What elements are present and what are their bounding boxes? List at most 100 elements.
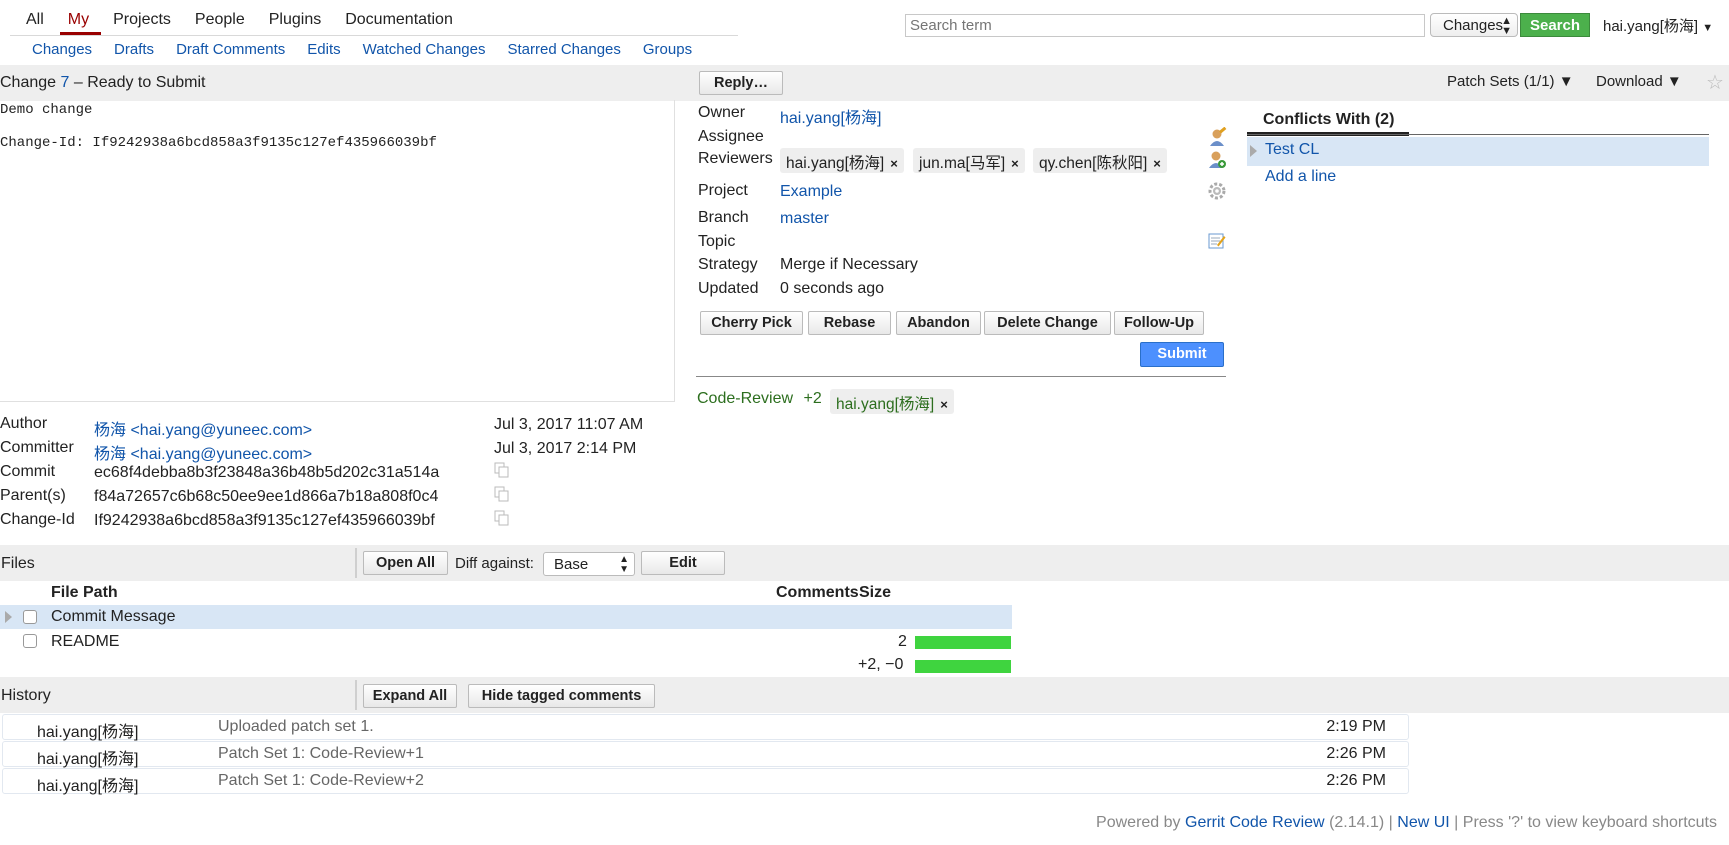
updated-label: Updated — [698, 280, 759, 297]
subtab-groups[interactable]: Groups — [621, 36, 692, 63]
branch-label: Branch — [698, 209, 749, 226]
add-reviewer-icon[interactable] — [1207, 149, 1227, 174]
tab-documentation[interactable]: Documentation — [333, 0, 465, 35]
footer-powered: Powered by — [1096, 814, 1181, 831]
reviewers-label: Reviewers — [698, 150, 773, 167]
reply-button[interactable]: Reply… — [699, 71, 783, 95]
files-total-delta: +2, −0 — [858, 656, 904, 673]
reviewer-chip: qy.chen[陈秋阳] × — [1033, 148, 1167, 173]
conflict-link[interactable]: Test CL — [1265, 141, 1319, 159]
search-input[interactable] — [905, 14, 1425, 37]
file-path-column-header: File Path — [51, 584, 118, 601]
star-icon[interactable]: ☆ — [1706, 70, 1724, 95]
expand-all-button[interactable]: Expand All — [363, 684, 457, 708]
history-row[interactable]: hai.yang[杨海] Patch Set 1: Code-Review+1 … — [2, 741, 1409, 768]
copy-icon[interactable] — [494, 462, 510, 478]
reviewer-chip: hai.yang[杨海] × — [780, 148, 904, 173]
remove-vote-icon[interactable]: × — [940, 397, 948, 412]
total-size-bar — [915, 660, 1011, 673]
file-path[interactable]: Commit Message — [51, 608, 175, 626]
tab-plugins[interactable]: Plugins — [257, 0, 333, 35]
tab-projects[interactable]: Projects — [101, 0, 183, 35]
copy-icon[interactable] — [494, 486, 510, 502]
subtab-changes[interactable]: Changes — [10, 36, 92, 63]
change-status: Ready to Submit — [87, 74, 206, 91]
edit-files-button[interactable]: Edit — [641, 551, 725, 575]
subtab-watched-changes[interactable]: Watched Changes — [341, 36, 486, 63]
gerrit-link[interactable]: Gerrit Code Review — [1185, 814, 1325, 831]
parent-label: Parent(s) — [0, 487, 66, 504]
file-row-selected[interactable]: Commit Message — [0, 605, 1012, 629]
gear-icon[interactable] — [1207, 181, 1227, 206]
follow-up-button[interactable]: Follow-Up — [1114, 311, 1204, 335]
footer-separator: | — [1454, 814, 1459, 831]
history-row[interactable]: hai.yang[杨海] Uploaded patch set 1. 2:19 … — [2, 714, 1409, 741]
owner-link[interactable]: hai.yang[杨海] — [780, 104, 881, 128]
main-menu: All My Projects People Plugins Documenta… — [14, 0, 465, 36]
abandon-button[interactable]: Abandon — [896, 311, 981, 335]
open-all-button[interactable]: Open All — [363, 551, 448, 575]
remove-reviewer-icon[interactable]: × — [1153, 156, 1161, 171]
select-arrows-icon: ▲ ▼ — [1501, 15, 1512, 37]
committer-link[interactable]: 杨海 <hai.yang@yuneec.com> — [94, 440, 312, 464]
subtab-edits[interactable]: Edits — [285, 36, 340, 63]
conflict-link[interactable]: Add a line — [1265, 168, 1336, 186]
history-row[interactable]: hai.yang[杨海] Patch Set 1: Code-Review+2 … — [2, 768, 1409, 795]
copy-icon[interactable] — [494, 510, 510, 526]
project-link[interactable]: Example — [780, 183, 842, 201]
remove-reviewer-icon[interactable]: × — [1011, 156, 1019, 171]
tab-people[interactable]: People — [183, 0, 257, 35]
reviewer-name: qy.chen[陈秋阳] — [1039, 155, 1148, 172]
author-link[interactable]: 杨海 <hai.yang@yuneec.com> — [94, 416, 312, 440]
strategy-value: Merge if Necessary — [780, 256, 918, 273]
reviewer-name: jun.ma[马军] — [919, 155, 1006, 172]
search-button[interactable]: Search — [1520, 13, 1590, 37]
commit-sha: ec68f4debba8b3f23848a36b48b5d202c31a514a — [94, 464, 440, 481]
rebase-button[interactable]: Rebase — [808, 311, 891, 335]
edit-topic-icon[interactable] — [1208, 232, 1226, 255]
reviewed-checkbox[interactable] — [23, 634, 37, 648]
subtab-drafts[interactable]: Drafts — [92, 36, 154, 63]
reviewer-chip: jun.ma[马军] × — [913, 148, 1025, 173]
download-dropdown[interactable]: Download ▼ — [1596, 73, 1682, 90]
patch-sets-dropdown[interactable]: Patch Sets (1/1) ▼ — [1447, 73, 1574, 90]
footer: Powered by Gerrit Code Review (2.14.1) |… — [1096, 814, 1717, 832]
diff-base-select[interactable]: Base ▲ ▼ — [543, 552, 635, 576]
subtab-draft-comments[interactable]: Draft Comments — [154, 36, 285, 63]
reviewed-checkbox[interactable] — [23, 610, 37, 624]
comments-column-header: Comments — [776, 584, 859, 601]
branch-link[interactable]: master — [780, 210, 829, 228]
commit-message-change-id: Change-Id: If9242938a6bcd858a3f9135c127e… — [0, 135, 437, 151]
change-dash: – — [73, 74, 83, 91]
search-scope-value: Changes — [1443, 17, 1504, 34]
author-label: Author — [0, 415, 48, 432]
submit-button[interactable]: Submit — [1140, 342, 1224, 367]
conflict-row-selected[interactable]: Test CL — [1247, 137, 1709, 166]
new-ui-link[interactable]: New UI — [1397, 814, 1449, 831]
change-number-link[interactable]: 7 — [61, 74, 70, 91]
commit-message-subject: Demo change — [0, 102, 93, 118]
delete-change-button[interactable]: Delete Change — [984, 311, 1111, 335]
hide-tagged-comments-button[interactable]: Hide tagged comments — [468, 684, 655, 708]
search-scope-select[interactable]: Changes ▲ ▼ — [1430, 13, 1518, 37]
conflicts-tab[interactable]: Conflicts With (2) — [1247, 106, 1409, 136]
file-row[interactable]: README 2 — [0, 630, 1012, 654]
divider — [355, 548, 357, 578]
file-path[interactable]: README — [51, 633, 119, 651]
parent-sha: f84a72657c6b68c50ee9ee1d866a7b18a808f0c4 — [94, 488, 439, 505]
tab-all[interactable]: All — [14, 0, 56, 35]
tab-my[interactable]: My — [56, 0, 102, 35]
cherry-pick-button[interactable]: Cherry Pick — [700, 311, 803, 335]
remove-reviewer-icon[interactable]: × — [890, 156, 898, 171]
subtab-starred-changes[interactable]: Starred Changes — [485, 36, 620, 63]
history-time: 2:26 PM — [1326, 745, 1386, 762]
history-message: Patch Set 1: Code-Review+1 — [218, 745, 424, 762]
history-title: History — [1, 687, 51, 704]
history-author: hai.yang[杨海] — [37, 724, 139, 741]
expand-arrow-icon — [1250, 145, 1257, 157]
user-menu[interactable]: hai.yang[杨海] ▼ — [1603, 15, 1713, 36]
committer-date: Jul 3, 2017 2:14 PM — [494, 440, 637, 457]
history-header-bar — [0, 677, 1729, 713]
updated-value: 0 seconds ago — [780, 280, 885, 297]
divider — [355, 680, 357, 710]
